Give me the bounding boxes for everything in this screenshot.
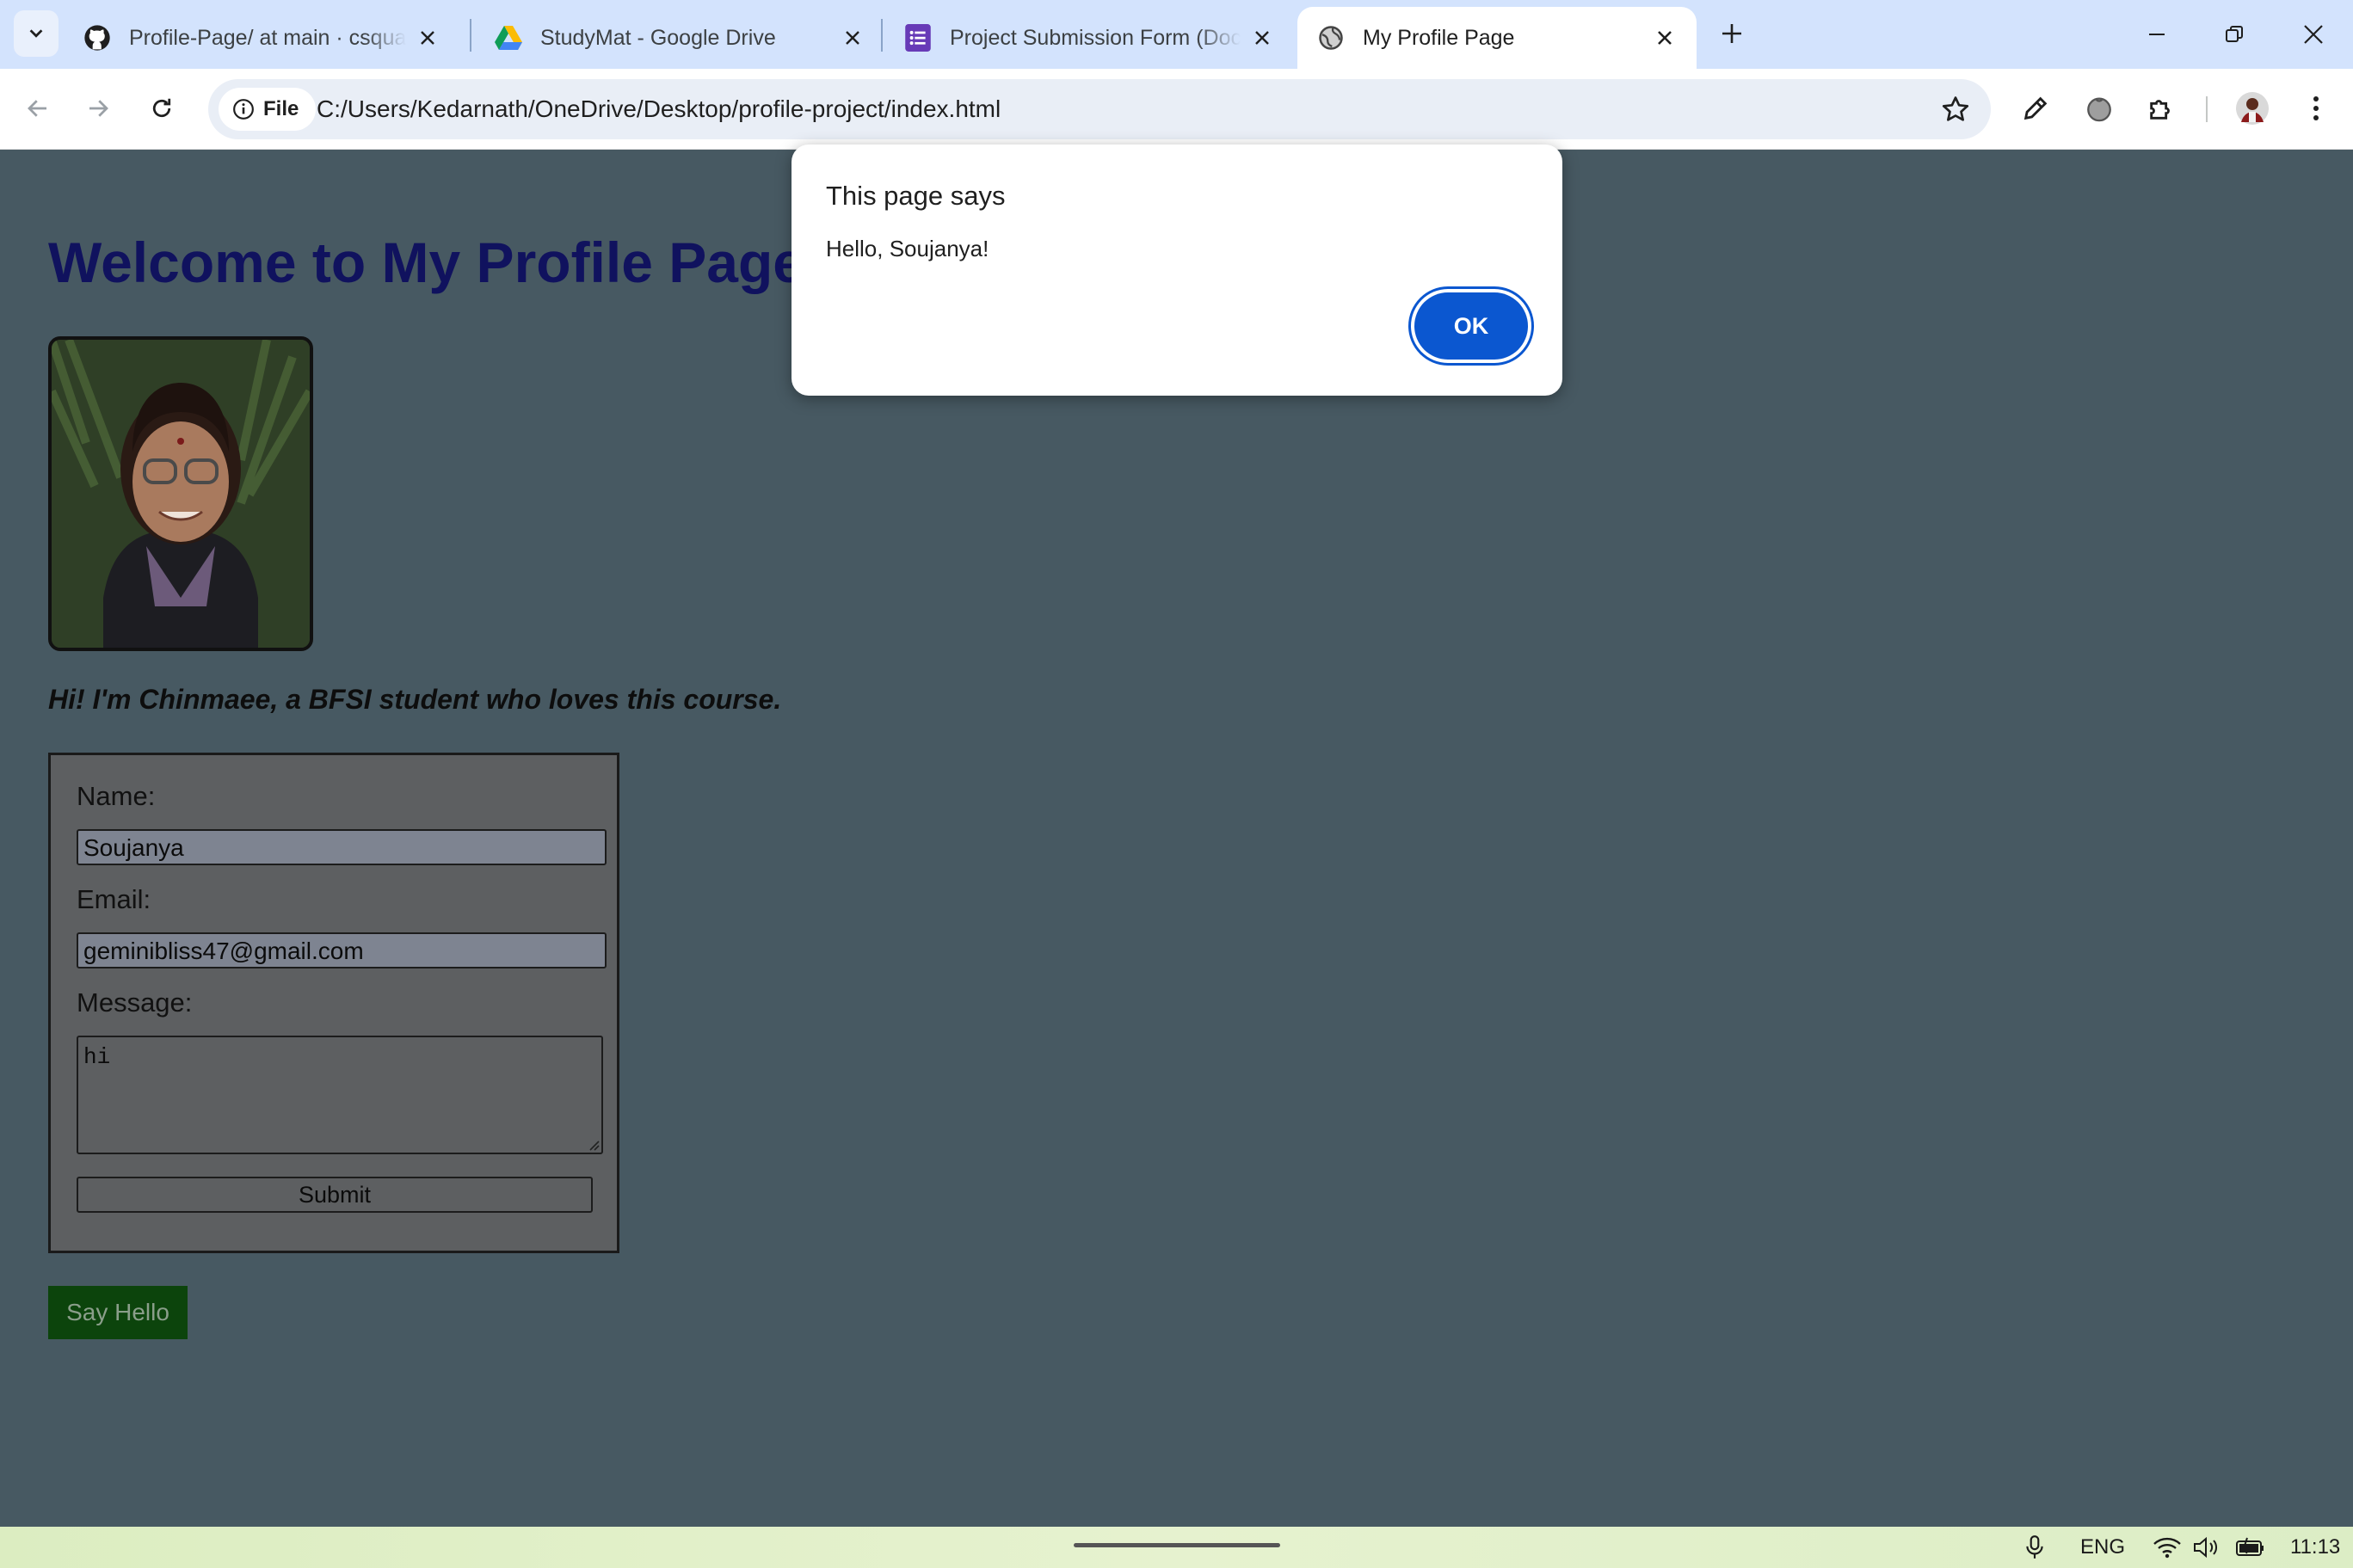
reload-button[interactable] [139, 86, 184, 131]
tab-title: Profile-Page/ at main · csquare4 [129, 25, 406, 50]
tab-strip: Profile-Page/ at main · csquare4 StudyMa… [0, 0, 2353, 69]
profile-avatar[interactable] [2232, 88, 2273, 129]
tab-close-icon[interactable] [1249, 25, 1275, 51]
url-text[interactable]: C:/Users/Kedarnath/OneDrive/Desktop/prof… [317, 79, 1001, 139]
globe-icon [1316, 23, 1346, 52]
star-icon [1942, 96, 1969, 121]
chevron-down-icon [29, 29, 43, 38]
message-textarea[interactable]: hi [77, 1036, 603, 1154]
extensions-button[interactable] [2140, 88, 2182, 129]
extension-tomato-icon [2087, 97, 2111, 122]
taskbar: ENG 11:13 [0, 1527, 2353, 1568]
tab-close-icon[interactable] [1652, 25, 1678, 51]
tab-my-profile-page[interactable]: My Profile Page [1297, 7, 1697, 69]
tab-google-drive[interactable]: StudyMat - Google Drive [475, 7, 884, 69]
say-hello-button[interactable]: Say Hello [48, 1286, 188, 1339]
tab-separator [881, 19, 883, 52]
bookmark-button[interactable] [1939, 93, 1972, 126]
more-vertical-icon [2313, 96, 2319, 120]
toolbar-separator [2206, 96, 2208, 122]
google-drive-icon [494, 23, 523, 52]
alert-dialog: This page says Hello, Soujanya! OK [792, 145, 1562, 396]
tab-close-icon[interactable] [415, 25, 440, 51]
tab-search-button[interactable] [14, 10, 59, 57]
tab-project-submission-form[interactable]: Project Submission Form (Docker [884, 7, 1294, 69]
message-text: hi [83, 1044, 111, 1070]
minimize-icon [2149, 34, 2165, 35]
site-info-chip[interactable]: File [219, 88, 317, 131]
intro-text: Hi! I'm Chinmaee, a BFSI student who lov… [48, 684, 782, 715]
back-button[interactable] [15, 86, 60, 131]
dialog-title: This page says [826, 181, 1006, 211]
contact-form: Name: Soujanya Email: geminibliss47@gmai… [48, 753, 619, 1253]
edit-button[interactable] [2015, 88, 2056, 129]
pencil-icon [2023, 96, 2048, 120]
google-forms-icon [903, 23, 933, 52]
tab-separator [470, 19, 471, 52]
minimize-button[interactable] [2127, 9, 2187, 60]
name-label: Name: [77, 781, 156, 811]
restore-icon [2226, 26, 2243, 42]
puzzle-icon [2150, 100, 2170, 120]
taskbar-handle[interactable] [1074, 1543, 1280, 1547]
wifi-icon[interactable] [2153, 1532, 2182, 1563]
close-icon [2304, 25, 2323, 44]
info-icon [232, 98, 255, 120]
site-info-label: File [263, 97, 299, 120]
dialog-ok-button[interactable]: OK [1414, 292, 1528, 360]
language-indicator[interactable]: ENG [2080, 1532, 2125, 1563]
email-input[interactable]: geminibliss47@gmail.com [77, 932, 607, 968]
new-tab-button[interactable] [1712, 14, 1752, 53]
tab-title: StudyMat - Google Drive [540, 25, 776, 50]
dialog-message: Hello, Soujanya! [826, 236, 989, 261]
microphone-icon[interactable] [2023, 1532, 2046, 1563]
clock[interactable]: 11:13 [2290, 1532, 2340, 1563]
resize-grip-icon[interactable] [586, 1137, 600, 1151]
reload-icon [152, 98, 171, 118]
plus-icon [1722, 24, 1741, 43]
tab-close-icon[interactable] [840, 25, 865, 51]
email-label: Email: [77, 884, 151, 914]
github-icon [83, 23, 112, 52]
tab-github[interactable]: Profile-Page/ at main · csquare4 [64, 7, 459, 69]
tab-title: Project Submission Form (Docker [950, 25, 1241, 50]
name-input[interactable]: Soujanya [77, 829, 607, 865]
tab-title: My Profile Page [1363, 25, 1515, 50]
extension-button[interactable] [2079, 88, 2120, 129]
page-title: Welcome to My Profile Page [48, 231, 805, 294]
avatar-icon [2236, 92, 2269, 125]
browser-toolbar: File C:/Users/Kedarnath/OneDrive/Desktop… [0, 69, 2353, 150]
address-bar[interactable]: File C:/Users/Kedarnath/OneDrive/Desktop… [208, 79, 1991, 139]
restore-button[interactable] [2204, 9, 2264, 60]
arrow-left-icon [28, 100, 46, 117]
volume-icon[interactable] [2192, 1532, 2221, 1563]
submit-button[interactable]: Submit [77, 1177, 593, 1213]
message-label: Message: [77, 987, 193, 1018]
profile-photo [48, 336, 313, 651]
forward-button[interactable] [76, 86, 120, 131]
battery-icon[interactable] [2235, 1532, 2266, 1563]
arrow-right-icon [89, 100, 108, 117]
close-window-button[interactable] [2283, 9, 2344, 60]
menu-button[interactable] [2295, 88, 2337, 129]
